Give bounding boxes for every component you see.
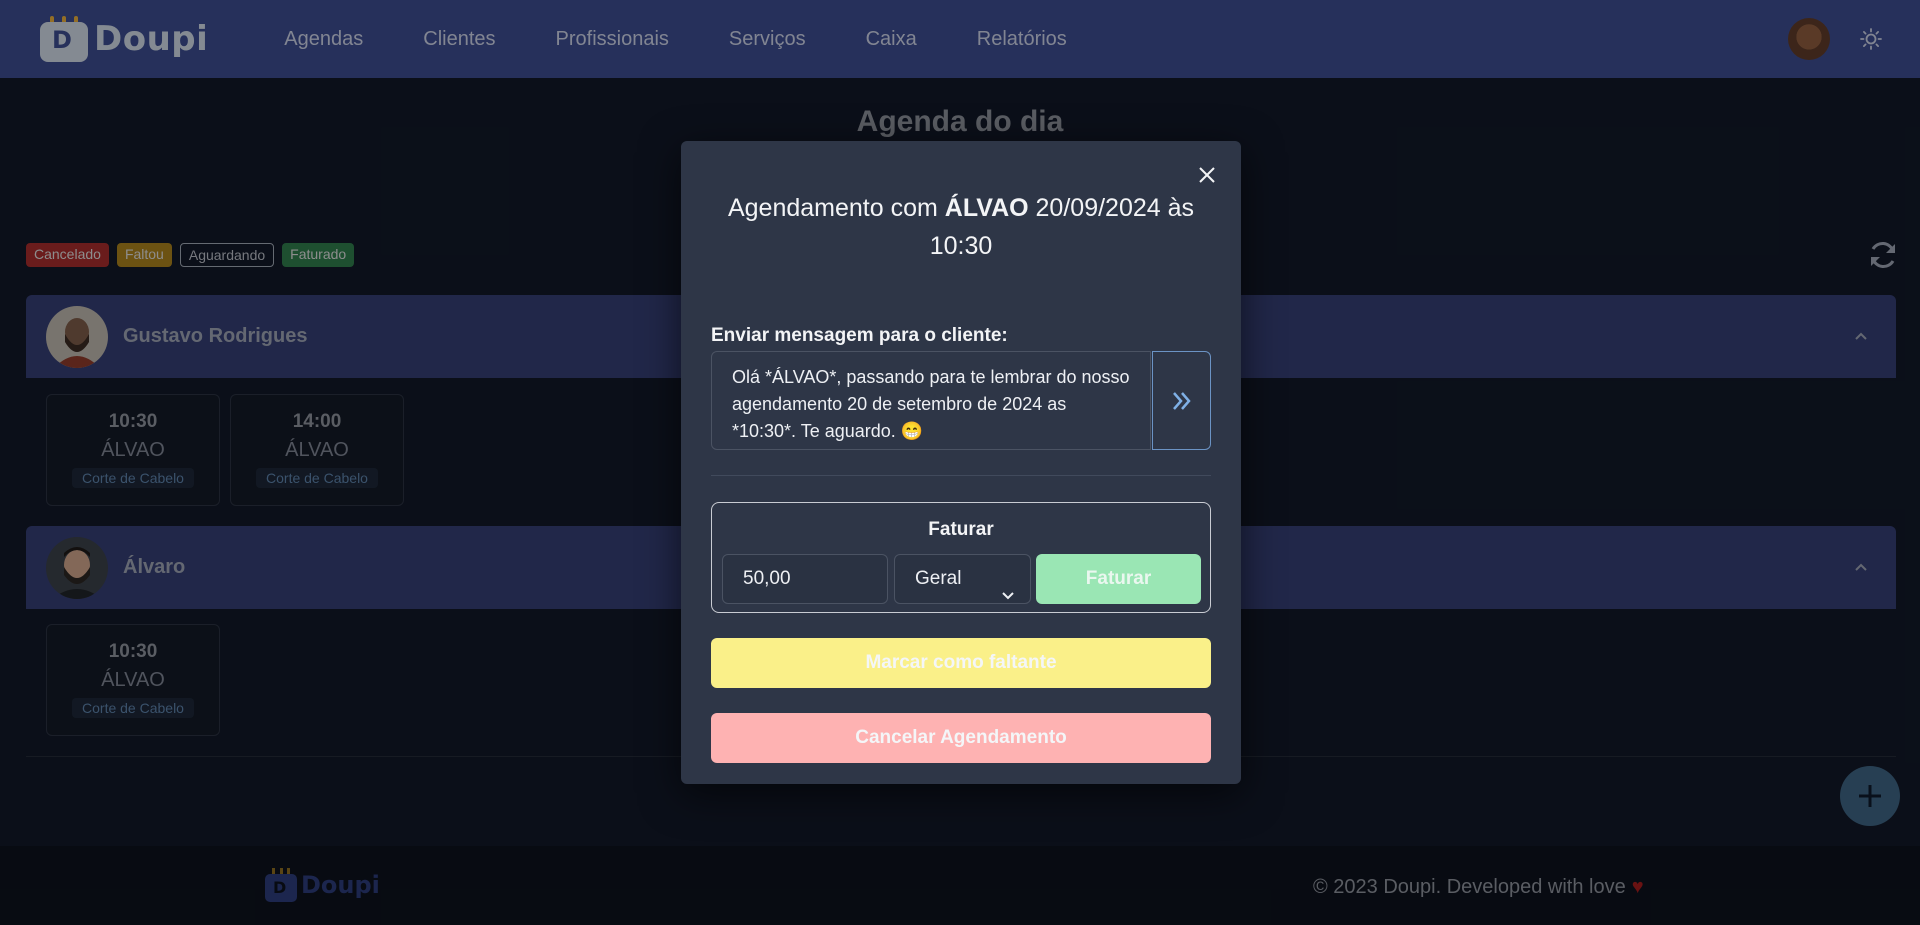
mark-missing-button[interactable]: Marcar como faltante xyxy=(711,638,1211,688)
invoice-panel: Faturar 50,00 Geral Faturar xyxy=(711,502,1211,613)
chevron-down-icon xyxy=(1002,573,1014,600)
appointment-modal: Agendamento com ÁLVAO 20/09/2024 às 10:3… xyxy=(681,141,1241,784)
invoice-title: Faturar xyxy=(928,519,994,540)
close-modal-button[interactable] xyxy=(1193,161,1221,189)
message-label: Enviar mensagem para o cliente: xyxy=(711,325,1008,346)
payment-type-value: Geral xyxy=(915,568,962,589)
invoice-button[interactable]: Faturar xyxy=(1036,554,1201,604)
send-message-button[interactable] xyxy=(1152,351,1211,450)
double-chevron-right-icon xyxy=(1172,391,1191,410)
close-icon xyxy=(1199,167,1215,183)
message-textarea[interactable]: Olá *ÁLVAO*, passando para te lembrar do… xyxy=(711,351,1151,450)
title-client: ÁLVAO xyxy=(944,194,1029,222)
payment-type-select[interactable]: Geral xyxy=(894,554,1031,604)
modal-title: Agendamento com ÁLVAO 20/09/2024 às 10:3… xyxy=(711,189,1211,265)
cancel-appointment-button[interactable]: Cancelar Agendamento xyxy=(711,713,1211,763)
title-prefix: Agendamento com xyxy=(727,194,938,222)
modal-divider xyxy=(711,475,1211,476)
amount-input[interactable]: 50,00 xyxy=(722,554,888,604)
